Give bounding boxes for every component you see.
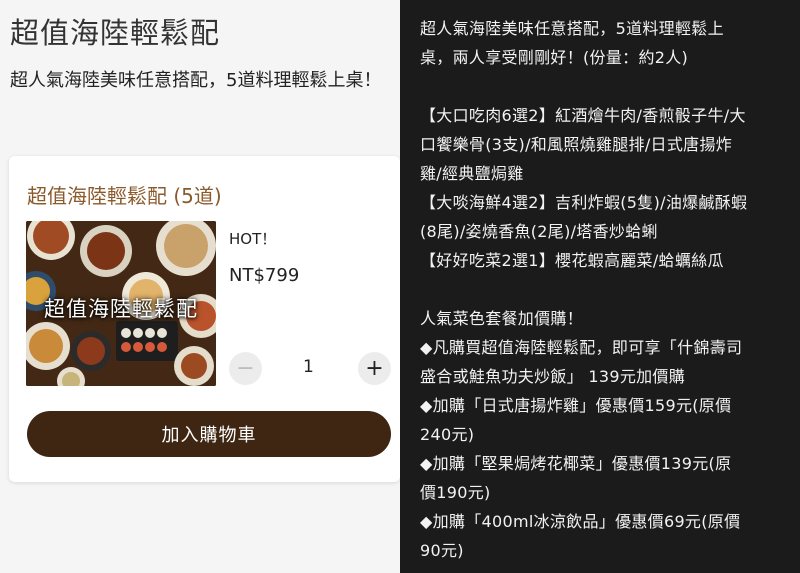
details-line: 雞/經典鹽焗雞 [420, 164, 524, 183]
details-line [420, 72, 792, 101]
details-line: 【大口吃肉6選2】紅酒燴牛肉/香煎骰子牛/大 [420, 106, 746, 125]
product-title: 超值海陸輕鬆配 (5道) [27, 184, 222, 208]
details-line: ◆加購「400ml冰涼飲品」優惠價69元(原價 [420, 512, 741, 531]
product-image-caption: 超值海陸輕鬆配 [44, 297, 198, 321]
details-line: 【好好吃菜2選1】櫻花蝦高麗菜/蛤蠣絲瓜 [420, 251, 724, 270]
details-text: 超人氣海陸美味任意搭配，5道料理輕鬆上 桌，兩人享受剛剛好！(份量：約2人) 【… [420, 14, 792, 565]
product-card: 超值海陸輕鬆配 (5道) 超值海陸輕鬆配 HOT！ NT$799 − 1 + 加… [9, 156, 400, 482]
increase-quantity-button[interactable]: + [358, 352, 391, 385]
details-line: 超人氣海陸美味任意搭配，5道料理輕鬆上 [420, 19, 724, 38]
details-line: 【大啖海鮮4選2】吉利炸蝦(5隻)/油爆鹹酥蝦 [420, 193, 748, 212]
details-line: ◆加購「堅果焗烤花椰菜」優惠價139元(原 [420, 454, 732, 473]
page-title: 超值海陸輕鬆配 [10, 16, 221, 50]
product-image[interactable]: 超值海陸輕鬆配 [26, 221, 216, 386]
add-to-cart-button[interactable]: 加入購物車 [27, 411, 391, 457]
details-line: 240元) [420, 425, 475, 444]
details-line: 口饗樂骨(3支)/和風照燒雞腿排/日式唐揚炸 [420, 135, 733, 154]
details-line: 90元) [420, 541, 464, 560]
details-line: 人氣菜色套餐加價購！ [420, 309, 584, 328]
quantity-value: 1 [303, 357, 314, 377]
page-description: 超人氣海陸美味任意搭配，5道料理輕鬆上桌！ [10, 70, 382, 91]
details-line: 盛合或鮭魚功夫炒飯」 139元加價購 [420, 367, 686, 386]
details-line: ◆凡購買超值海陸輕鬆配，即可享「什錦壽司 [420, 338, 743, 357]
details-line [420, 275, 792, 304]
decrease-quantity-button[interactable]: − [229, 352, 262, 385]
product-price: NT$799 [229, 265, 300, 286]
details-line: 價190元) [420, 483, 491, 502]
product-panel: 超值海陸輕鬆配 超人氣海陸美味任意搭配，5道料理輕鬆上桌！ 超值海陸輕鬆配 (5… [0, 0, 400, 573]
hot-badge: HOT！ [229, 230, 277, 248]
details-line: (8尾)/姿燒香魚(2尾)/塔香炒蛤蜊 [420, 222, 658, 241]
details-line: 桌，兩人享受剛剛好！(份量：約2人) [420, 48, 689, 67]
details-line: ◆加購「日式唐揚炸雞」優惠價159元(原價 [420, 396, 732, 415]
details-panel: 超人氣海陸美味任意搭配，5道料理輕鬆上 桌，兩人享受剛剛好！(份量：約2人) 【… [400, 0, 800, 573]
